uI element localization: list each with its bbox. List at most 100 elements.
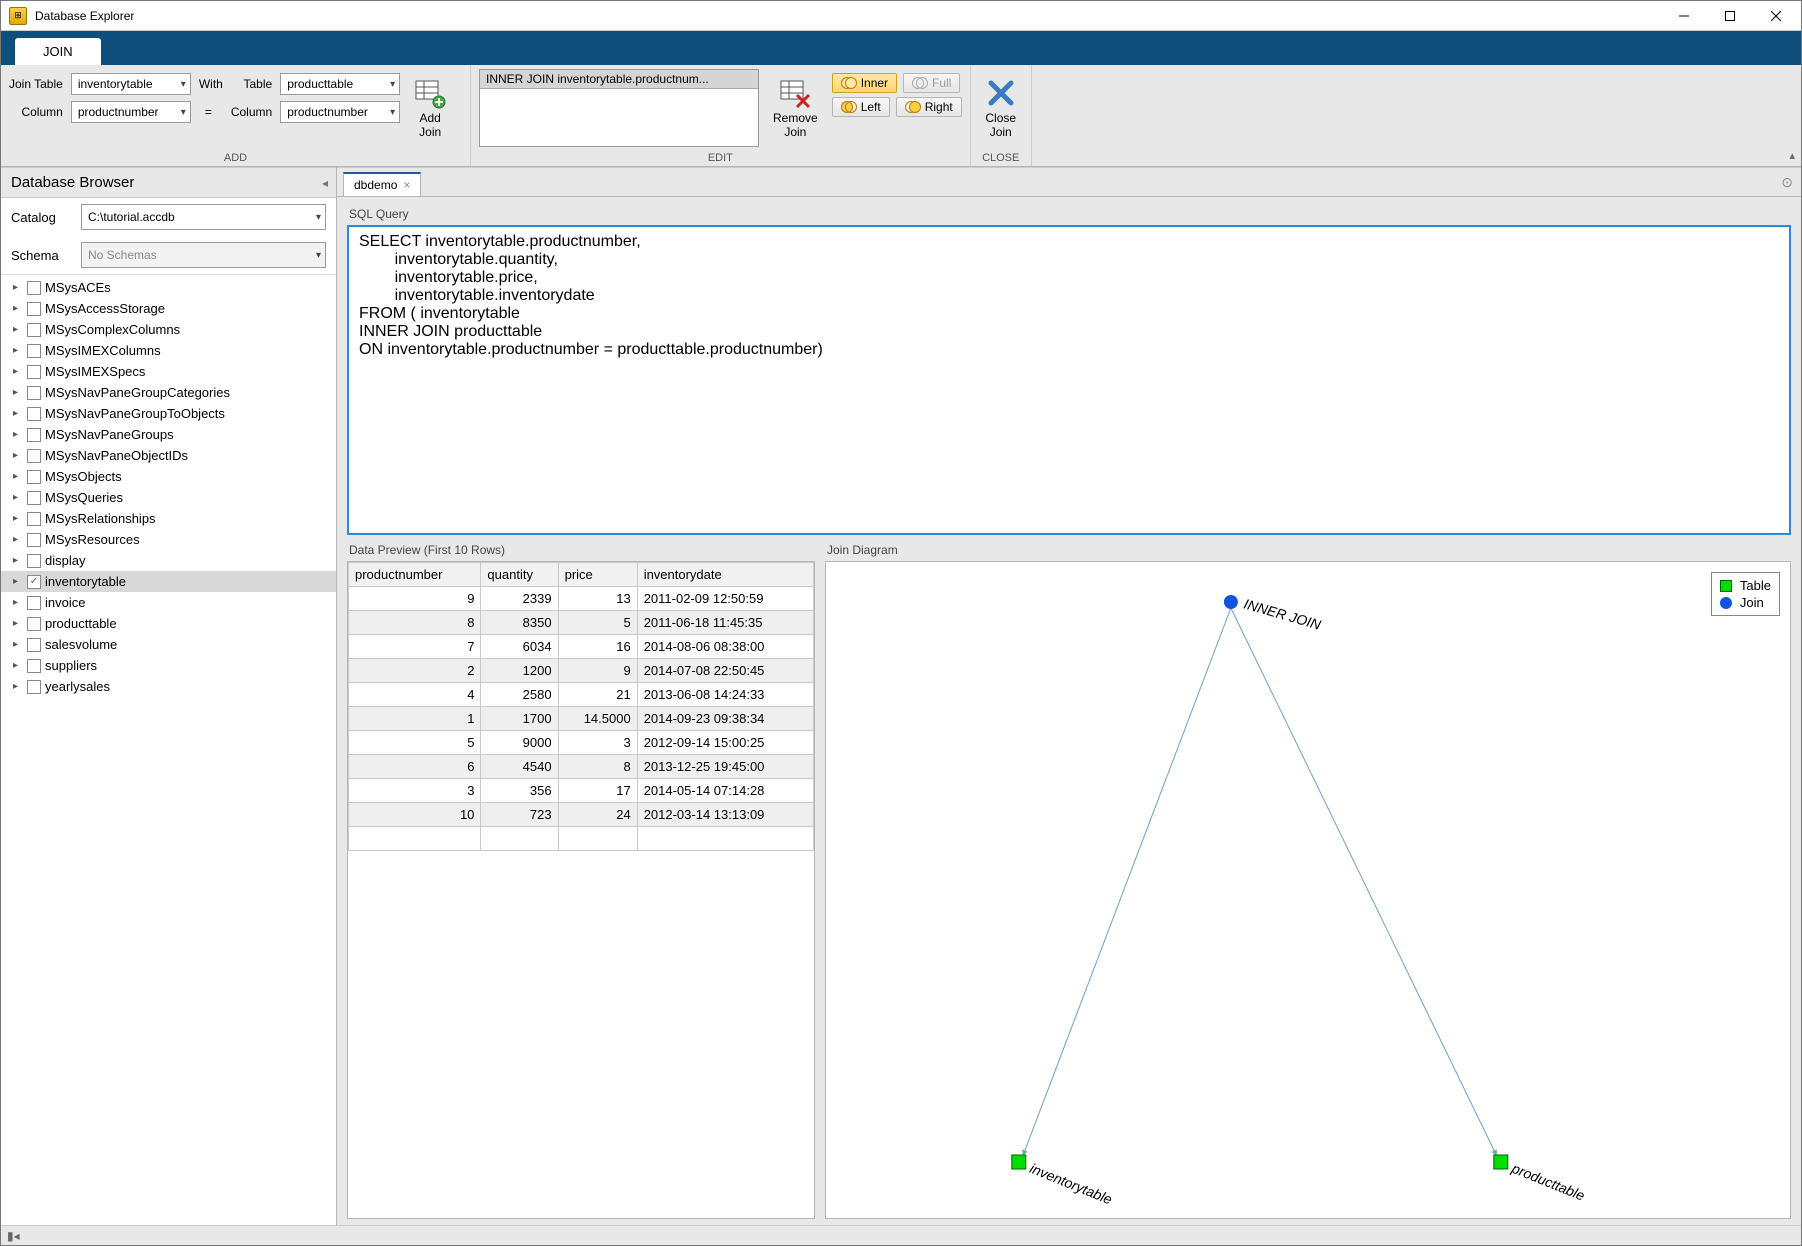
checkbox[interactable] [27,659,41,673]
join-diagram[interactable]: Table Join INNER JOIN inventorytable pro… [825,561,1791,1219]
expander-icon[interactable]: ▸ [13,303,23,314]
expander-icon[interactable]: ▸ [13,450,23,461]
tree-item[interactable]: ▸ MSysNavPaneGroupToObjects [1,403,336,424]
table-row[interactable]: 6454082013-12-25 19:45:00 [349,755,814,779]
expander-icon[interactable]: ▸ [13,534,23,545]
checkbox[interactable] [27,470,41,484]
table-row[interactable]: 92339132011-02-09 12:50:59 [349,587,814,611]
checkbox[interactable] [27,386,41,400]
join-table-combo[interactable]: inventorytable [71,73,191,95]
expander-icon[interactable]: ▸ [13,408,23,419]
checkbox[interactable] [27,596,41,610]
checkbox[interactable] [27,344,41,358]
checkbox[interactable] [27,533,41,547]
expander-icon[interactable]: ▸ [13,324,23,335]
checkbox[interactable] [27,680,41,694]
tree-item[interactable]: ▸ MSysComplexColumns [1,319,336,340]
expander-icon[interactable]: ▸ [13,492,23,503]
doc-tab-close-icon[interactable]: × [403,178,410,192]
checkbox[interactable] [27,323,41,337]
sql-query-box[interactable]: SELECT inventorytable.productnumber, inv… [347,225,1791,535]
tree-item[interactable]: ▸ MSysNavPaneGroups [1,424,336,445]
column-header[interactable]: productnumber [349,563,481,587]
expander-icon[interactable]: ▸ [13,618,23,629]
table-row[interactable]: 42580212013-06-08 14:24:33 [349,683,814,707]
column-header[interactable]: price [558,563,637,587]
checkbox[interactable] [27,281,41,295]
doc-tab-dbdemo[interactable]: dbdemo × [343,172,421,196]
add-join-button[interactable]: Add Join [408,69,452,147]
schema-combo[interactable]: No Schemas [81,242,326,268]
expander-icon[interactable]: ▸ [13,345,23,356]
expander-icon[interactable]: ▸ [13,387,23,398]
with-table-combo[interactable]: producttable [280,73,400,95]
data-preview-table[interactable]: productnumberquantitypriceinventorydate … [347,561,815,1219]
expander-icon[interactable]: ▸ [13,513,23,524]
expander-icon[interactable]: ▸ [13,471,23,482]
tree-item[interactable]: ▸ MSysAccessStorage [1,298,336,319]
checkbox[interactable] [27,491,41,505]
checkbox[interactable] [27,428,41,442]
right-join-button[interactable]: Right [896,97,962,117]
expander-icon[interactable]: ▸ [13,555,23,566]
tree-item[interactable]: ▸ MSysACEs [1,277,336,298]
column2-combo[interactable]: productnumber [280,101,400,123]
tree-item[interactable]: ▸ yearlysales [1,676,336,697]
expander-icon[interactable]: ▸ [13,597,23,608]
checkbox[interactable] [27,638,41,652]
table-row[interactable]: 10723242012-03-14 13:13:09 [349,803,814,827]
maximize-button[interactable] [1707,1,1753,31]
checkbox[interactable]: ✓ [27,575,41,589]
table-row[interactable]: 2120092014-07-08 22:50:45 [349,659,814,683]
ribbon-collapse-icon[interactable]: ▴ [1789,149,1795,162]
tree-item[interactable]: ▸ MSysNavPaneGroupCategories [1,382,336,403]
tree-item[interactable]: ▸ MSysObjects [1,466,336,487]
checkbox[interactable] [27,302,41,316]
column-header[interactable]: inventorydate [637,563,813,587]
full-join-button[interactable]: Full [903,73,960,93]
table-tree[interactable]: ▸ MSysACEs▸ MSysAccessStorage▸ MSysCompl… [1,274,336,1225]
table-row[interactable]: 1170014.50002014-09-23 09:38:34 [349,707,814,731]
tree-item[interactable]: ▸ suppliers [1,655,336,676]
close-join-button[interactable]: Close Join [979,69,1023,147]
checkbox[interactable] [27,512,41,526]
statusbar-nav-icon[interactable]: ▮◂ [7,1229,20,1243]
tree-item[interactable]: ▸ invoice [1,592,336,613]
tree-item[interactable]: ▸ ✓ inventorytable [1,571,336,592]
expander-icon[interactable]: ▸ [13,576,23,587]
tree-item[interactable]: ▸ MSysNavPaneObjectIDs [1,445,336,466]
checkbox[interactable] [27,617,41,631]
table-row[interactable]: 5900032012-09-14 15:00:25 [349,731,814,755]
left-join-button[interactable]: Left [832,97,890,117]
table-row[interactable]: 3356172014-05-14 07:14:28 [349,779,814,803]
checkbox[interactable] [27,449,41,463]
tree-item[interactable]: ▸ MSysIMEXColumns [1,340,336,361]
checkbox[interactable] [27,365,41,379]
minimize-button[interactable] [1661,1,1707,31]
column1-combo[interactable]: productnumber [71,101,191,123]
remove-join-button[interactable]: Remove Join [767,69,824,147]
tree-item[interactable]: ▸ display [1,550,336,571]
expander-icon[interactable]: ▸ [13,282,23,293]
expander-icon[interactable]: ▸ [13,429,23,440]
checkbox[interactable] [27,407,41,421]
tree-item[interactable]: ▸ producttable [1,613,336,634]
expander-icon[interactable]: ▸ [13,681,23,692]
catalog-combo[interactable]: C:\tutorial.accdb [81,204,326,230]
close-button[interactable] [1753,1,1799,31]
join-code-box[interactable]: INNER JOIN inventorytable.productnum... [479,69,759,147]
tab-join[interactable]: JOIN [15,38,101,65]
tree-item[interactable]: ▸ MSysResources [1,529,336,550]
expander-icon[interactable]: ▸ [13,660,23,671]
column-header[interactable]: quantity [481,563,558,587]
tree-item[interactable]: ▸ salesvolume [1,634,336,655]
table-row[interactable]: 8835052011-06-18 11:45:35 [349,611,814,635]
expander-icon[interactable]: ▸ [13,366,23,377]
tree-item[interactable]: ▸ MSysIMEXSpecs [1,361,336,382]
tree-item[interactable]: ▸ MSysRelationships [1,508,336,529]
inner-join-button[interactable]: Inner [832,73,897,93]
expander-icon[interactable]: ▸ [13,639,23,650]
doc-tabs-options-icon[interactable]: ⊙ [1781,174,1793,191]
table-row[interactable]: 76034162014-08-06 08:38:00 [349,635,814,659]
checkbox[interactable] [27,554,41,568]
